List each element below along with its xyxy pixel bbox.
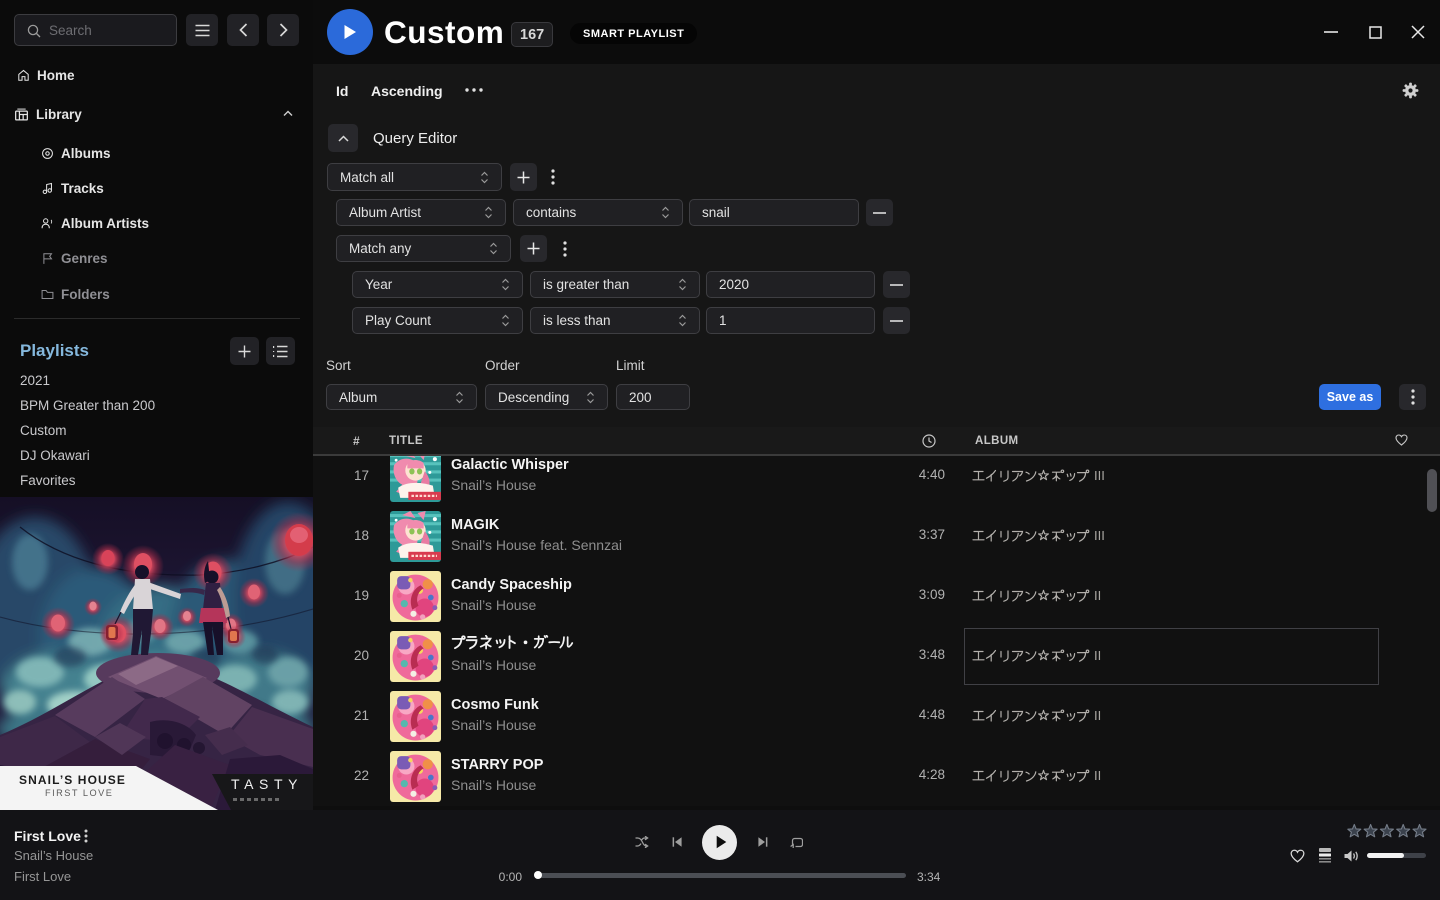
- svg-text:FIRST LOVE: FIRST LOVE: [45, 788, 113, 798]
- svg-text:TASTY: TASTY: [231, 776, 303, 792]
- svg-text:SNAIL’S HOUSE: SNAIL’S HOUSE: [19, 773, 126, 787]
